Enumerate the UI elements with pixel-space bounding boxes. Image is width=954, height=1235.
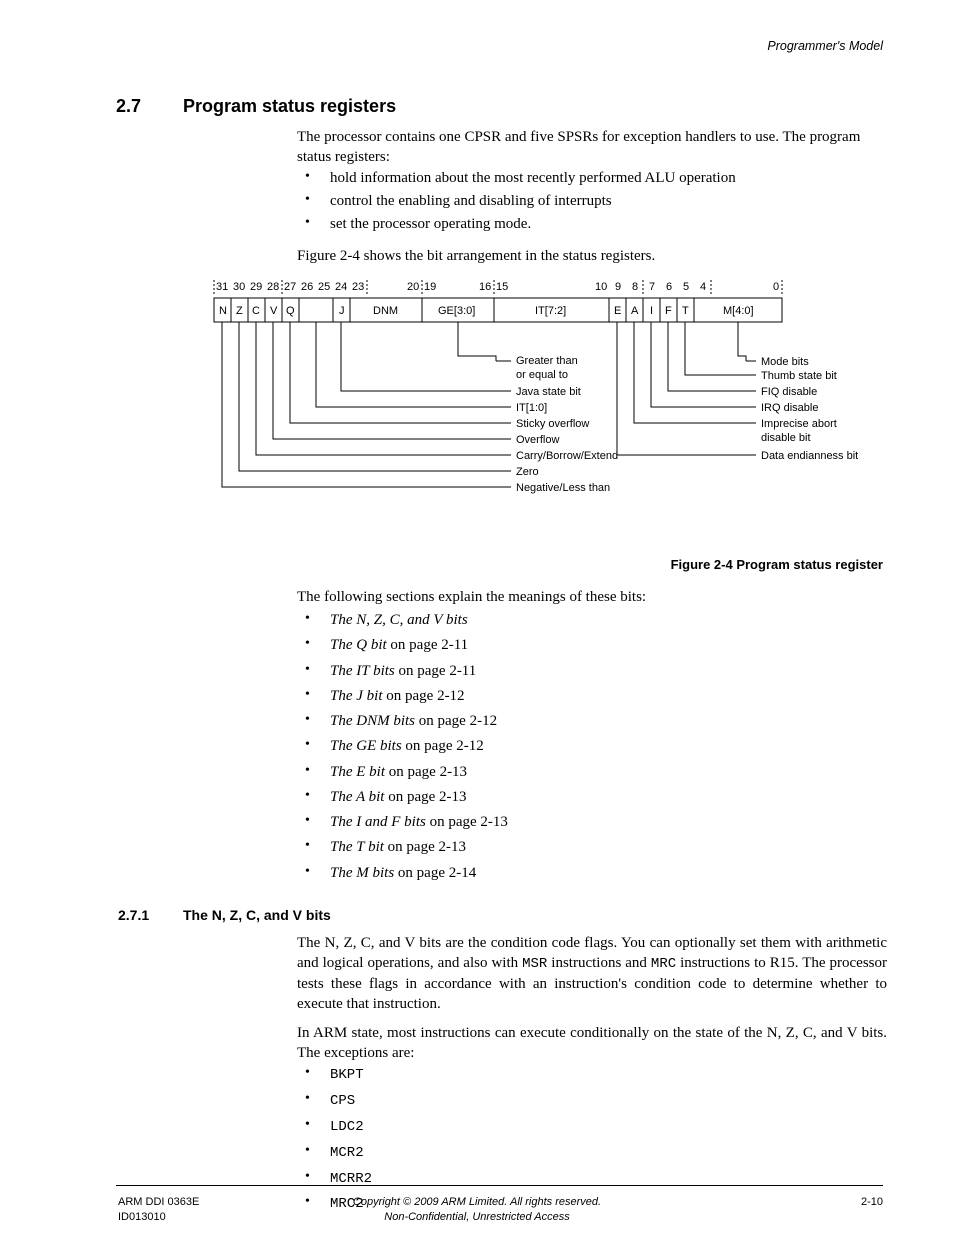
footer-center: Copyright © 2009 ARM Limited. All rights…	[0, 1195, 954, 1225]
svg-text:IT[7:2]: IT[7:2]	[535, 305, 566, 317]
svg-text:29: 29	[250, 281, 262, 293]
svg-text:T: T	[682, 305, 689, 317]
svg-text:Zero: Zero	[516, 466, 539, 478]
list-item: The IT bits on page 2-11	[297, 661, 887, 681]
svg-text:GE[3:0]: GE[3:0]	[438, 305, 475, 317]
svg-text:25: 25	[318, 281, 330, 293]
svg-text:30: 30	[233, 281, 245, 293]
svg-text:26: 26	[301, 281, 313, 293]
para-nzc-1: The N, Z, C, and V bits are the conditio…	[297, 933, 887, 1015]
subsection-number: 2.7.1	[118, 906, 149, 925]
list-item: The GE bits on page 2-12	[297, 736, 887, 756]
svg-text:16: 16	[479, 281, 491, 293]
list-item: The M bits on page 2-14	[297, 863, 887, 883]
svg-text:10: 10	[595, 281, 607, 293]
intro-para-2: Figure 2-4 shows the bit arrangement in …	[297, 246, 887, 266]
svg-text:Sticky overflow: Sticky overflow	[516, 418, 589, 430]
svg-text:31: 31	[216, 281, 228, 293]
svg-text:FIQ disable: FIQ disable	[761, 386, 817, 398]
svg-text:IT[1:0]: IT[1:0]	[516, 402, 547, 414]
svg-text:24: 24	[335, 281, 347, 293]
list-item: The I and F bits on page 2-13	[297, 812, 887, 832]
svg-text:5: 5	[683, 281, 689, 293]
svg-text:0: 0	[773, 281, 779, 293]
svg-text:E: E	[614, 305, 621, 317]
list-item: control the enabling and disabling of in…	[297, 191, 887, 211]
svg-text:DNM: DNM	[373, 305, 398, 317]
svg-text:or equal to: or equal to	[516, 369, 568, 381]
svg-text:IRQ disable: IRQ disable	[761, 402, 818, 414]
svg-text:19: 19	[424, 281, 436, 293]
svg-text:F: F	[665, 305, 672, 317]
intro-para-1: The processor contains one CPSR and five…	[297, 127, 887, 168]
footer-rule	[116, 1185, 883, 1186]
svg-text:Negative/Less than: Negative/Less than	[516, 482, 610, 494]
footer-right: 2-10	[861, 1195, 883, 1210]
svg-text:4: 4	[700, 281, 706, 293]
list-item: BKPT	[297, 1064, 887, 1085]
list-item: The N, Z, C, and V bits	[297, 610, 887, 630]
figure-caption: Figure 2-4 Program status register	[671, 556, 883, 574]
svg-text:Java state bit: Java state bit	[516, 386, 581, 398]
list-item: hold information about the most recently…	[297, 168, 887, 188]
svg-text:disable bit: disable bit	[761, 432, 811, 444]
list-item: MCR2	[297, 1142, 887, 1163]
svg-text:Greater than: Greater than	[516, 355, 578, 367]
svg-text:28: 28	[267, 281, 279, 293]
list-item: The E bit on page 2-13	[297, 762, 887, 782]
svg-text:15: 15	[496, 281, 508, 293]
section-links: The N, Z, C, and V bits The Q bit on pag…	[297, 610, 887, 888]
svg-text:6: 6	[666, 281, 672, 293]
svg-text:8: 8	[632, 281, 638, 293]
list-item: CPS	[297, 1090, 887, 1111]
list-item: The DNM bits on page 2-12	[297, 711, 887, 731]
svg-text:V: V	[270, 305, 278, 317]
list-item: The A bit on page 2-13	[297, 787, 887, 807]
running-head: Programmer's Model	[767, 38, 883, 55]
svg-text:Q: Q	[286, 305, 295, 317]
svg-text:A: A	[631, 305, 639, 317]
svg-text:20: 20	[407, 281, 419, 293]
section-number: 2.7	[116, 94, 141, 118]
section-title: Program status registers	[183, 94, 396, 118]
svg-text:Data endianness bit: Data endianness bit	[761, 450, 858, 462]
svg-text:C: C	[252, 305, 260, 317]
svg-text:Carry/Borrow/Extend: Carry/Borrow/Extend	[516, 450, 618, 462]
intro-para-3: The following sections explain the meani…	[297, 587, 887, 607]
svg-text:I: I	[650, 305, 653, 317]
svg-text:Z: Z	[236, 305, 243, 317]
svg-text:Imprecise abort: Imprecise abort	[761, 418, 837, 430]
svg-text:Mode bits: Mode bits	[761, 356, 809, 368]
list-item: set the processor operating mode.	[297, 214, 887, 234]
svg-text:Overflow: Overflow	[516, 434, 559, 446]
svg-text:Thumb state bit: Thumb state bit	[761, 370, 837, 382]
svg-text:7: 7	[649, 281, 655, 293]
list-item: LDC2	[297, 1116, 887, 1137]
svg-text:N: N	[219, 305, 227, 317]
svg-text:23: 23	[352, 281, 364, 293]
list-item: The T bit on page 2-13	[297, 837, 887, 857]
para-nzc-2: In ARM state, most instructions can exec…	[297, 1023, 887, 1064]
svg-text:9: 9	[615, 281, 621, 293]
svg-text:J: J	[339, 305, 345, 317]
svg-text:27: 27	[284, 281, 296, 293]
figure-psr-diagram: 31 30 29 28 27 26 25 24 23 20 19 16 15 1…	[211, 278, 871, 530]
intro-bullets: hold information about the most recently…	[297, 168, 887, 191]
svg-text:M[4:0]: M[4:0]	[723, 305, 754, 317]
subsection-title: The N, Z, C, and V bits	[183, 906, 331, 925]
list-item: The J bit on page 2-12	[297, 686, 887, 706]
list-item: The Q bit on page 2-11	[297, 635, 887, 655]
